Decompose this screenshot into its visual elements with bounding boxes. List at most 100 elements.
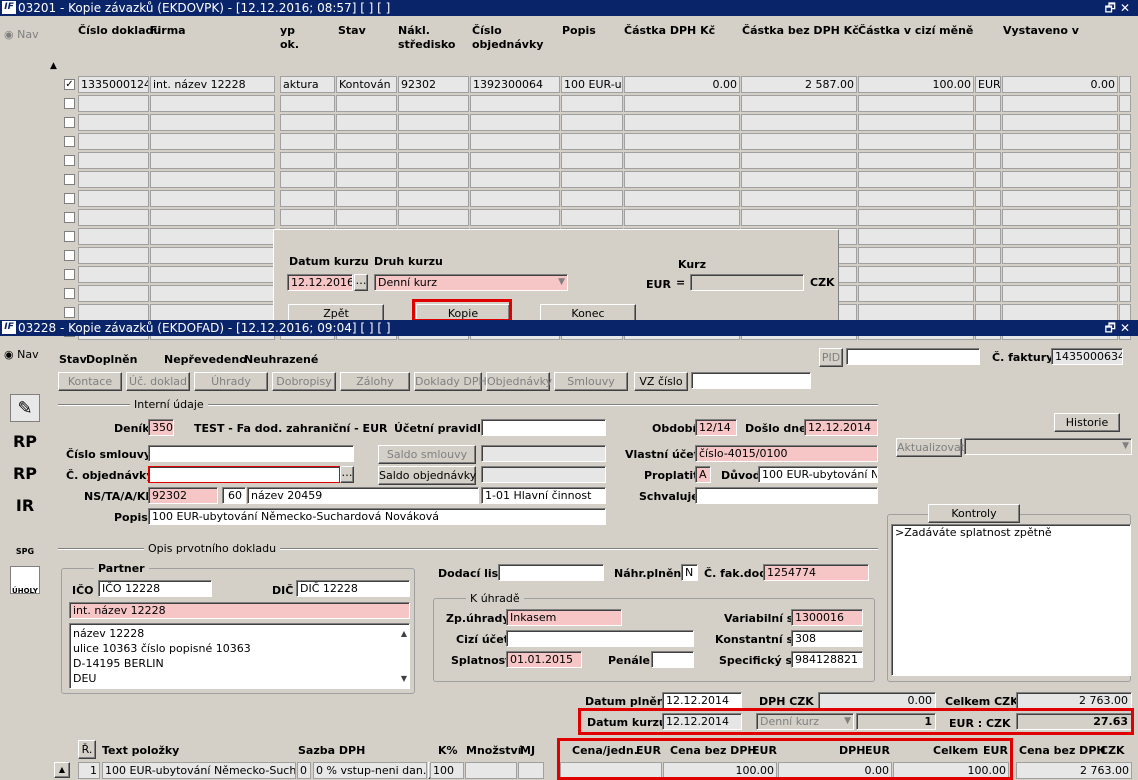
scroll-up-icon[interactable]: ▲ bbox=[54, 762, 70, 778]
grid-cell[interactable]: EUR bbox=[975, 76, 1001, 93]
konstantni-field[interactable]: 308 bbox=[791, 630, 863, 647]
grid-cell[interactable] bbox=[975, 190, 1001, 207]
dialog-datum-input[interactable]: 12.12.2016 bbox=[287, 274, 353, 291]
grid-cell[interactable] bbox=[975, 247, 1001, 264]
grid-cell[interactable] bbox=[398, 190, 469, 207]
grid-cell[interactable]: 92302 bbox=[398, 76, 469, 93]
grid-cell[interactable] bbox=[78, 266, 149, 283]
grid-cell[interactable]: aktura bbox=[280, 76, 335, 93]
doklady-dph-button[interactable]: Doklady DPH bbox=[414, 372, 487, 391]
item-sazba-text[interactable]: 0 % vstup-neni dan. d bbox=[313, 762, 427, 779]
grid-cell[interactable] bbox=[1119, 190, 1131, 207]
grid-cell[interactable] bbox=[561, 133, 623, 150]
scroll-down-icon[interactable]: ▼ bbox=[401, 671, 407, 686]
row-checkbox[interactable] bbox=[64, 193, 75, 204]
grid-cell[interactable] bbox=[624, 133, 740, 150]
grid-cell[interactable] bbox=[150, 190, 275, 207]
nav-radio[interactable]: ◉ Nav bbox=[4, 28, 39, 41]
restore-close-icon[interactable]: 🗗✕ bbox=[1105, 0, 1134, 16]
grid-cell[interactable] bbox=[150, 247, 275, 264]
grid-cell[interactable] bbox=[1002, 190, 1118, 207]
grid-cell[interactable] bbox=[280, 152, 335, 169]
saldo-smlouvy-button[interactable]: Saldo smlouvy bbox=[378, 445, 476, 464]
c-objednavky-input[interactable] bbox=[148, 466, 340, 483]
ns2-field[interactable]: 60 bbox=[222, 487, 246, 504]
ns-field[interactable]: 92302 bbox=[148, 487, 218, 504]
grid-cell[interactable] bbox=[858, 266, 974, 283]
grid-cell[interactable] bbox=[78, 304, 149, 321]
grid-cell[interactable] bbox=[398, 95, 469, 112]
grid-cell[interactable] bbox=[78, 190, 149, 207]
grid-cell[interactable] bbox=[470, 95, 560, 112]
grid-cell[interactable]: 0.00 bbox=[1002, 76, 1118, 93]
grid-cell[interactable] bbox=[858, 285, 974, 302]
grid-cell[interactable] bbox=[1119, 152, 1131, 169]
item-mj[interactable] bbox=[518, 762, 544, 779]
grid-cell[interactable] bbox=[741, 190, 857, 207]
grid-cell[interactable]: 0.00 bbox=[624, 76, 740, 93]
kontroly-button[interactable]: Kontroly bbox=[928, 504, 1020, 523]
smlouvy-button[interactable]: Smlouvy bbox=[554, 372, 628, 391]
grid-cell[interactable] bbox=[624, 209, 740, 226]
ir-cz-icon[interactable]: IR bbox=[10, 492, 40, 520]
grid-cell[interactable] bbox=[150, 209, 275, 226]
row-checkbox[interactable]: ✓ bbox=[64, 79, 75, 90]
item-mnozstvi[interactable] bbox=[465, 762, 517, 779]
grid-cell[interactable] bbox=[561, 95, 623, 112]
splatnost-field[interactable]: 01.01.2015 bbox=[506, 651, 582, 668]
partner-name-field[interactable]: int. název 12228 bbox=[69, 602, 410, 619]
edit-icon[interactable]: ✎ bbox=[10, 394, 40, 422]
grid-cell[interactable]: 100.00 bbox=[858, 76, 974, 93]
row-checkbox[interactable] bbox=[64, 136, 75, 147]
row-checkbox[interactable] bbox=[64, 155, 75, 166]
druh-kurzu-select[interactable]: Denní kurz ▼ bbox=[756, 713, 854, 730]
grid-cell[interactable]: 1392300064 bbox=[470, 76, 560, 93]
grid-cell[interactable] bbox=[280, 133, 335, 150]
grid-cell[interactable] bbox=[858, 171, 974, 188]
grid-cell[interactable] bbox=[1002, 95, 1118, 112]
grid-cell[interactable] bbox=[150, 114, 275, 131]
aktualizovat-button[interactable]: Aktualizovat bbox=[896, 438, 965, 457]
grid-cell[interactable] bbox=[561, 190, 623, 207]
vz-cislo-button[interactable]: VZ číslo bbox=[634, 372, 688, 391]
grid-cell[interactable] bbox=[398, 209, 469, 226]
doslo-field[interactable]: 12.12.2014 bbox=[804, 419, 878, 436]
grid-cell[interactable] bbox=[150, 133, 275, 150]
grid-cell[interactable] bbox=[1002, 152, 1118, 169]
grid-cell[interactable] bbox=[1119, 114, 1131, 131]
item-sazba[interactable]: 0 bbox=[297, 762, 311, 779]
nav-radio[interactable]: ◉ Nav bbox=[4, 348, 39, 361]
grid-cell[interactable] bbox=[741, 152, 857, 169]
vz-cislo-input[interactable] bbox=[691, 372, 811, 389]
grid-cell[interactable] bbox=[336, 171, 397, 188]
grid-cell[interactable] bbox=[624, 152, 740, 169]
duvod-input[interactable]: 100 EUR-ubytování Něm bbox=[758, 466, 878, 483]
grid-cell[interactable]: int. název 12228 bbox=[150, 76, 275, 93]
grid-cell[interactable] bbox=[150, 152, 275, 169]
grid-cell[interactable] bbox=[975, 152, 1001, 169]
grid-cell[interactable] bbox=[78, 171, 149, 188]
grid-cell[interactable] bbox=[470, 209, 560, 226]
zalohy-button[interactable]: Zálohy bbox=[340, 372, 410, 391]
grid-cell[interactable] bbox=[1119, 266, 1131, 283]
grid-cell[interactable] bbox=[78, 247, 149, 264]
objednavky-picker-button[interactable]: … bbox=[340, 466, 354, 483]
grid-cell[interactable] bbox=[858, 95, 974, 112]
saldo-objednavky-button[interactable]: Saldo objednávky bbox=[378, 466, 476, 485]
penale-input[interactable] bbox=[651, 651, 694, 668]
item-text[interactable]: 100 EUR-ubytování Německo-Suchardo bbox=[102, 762, 296, 779]
denik-field[interactable]: 350 bbox=[148, 419, 174, 436]
grid-cell[interactable] bbox=[624, 114, 740, 131]
grid-cell[interactable] bbox=[150, 266, 275, 283]
nahr-plneni-field[interactable]: N bbox=[681, 564, 698, 581]
grid-cell[interactable] bbox=[741, 95, 857, 112]
cizi-ucet-input[interactable] bbox=[506, 630, 694, 647]
grid-cell[interactable] bbox=[975, 95, 1001, 112]
popis-input[interactable]: 100 EUR-ubytování Německo-Suchardová Nov… bbox=[148, 508, 606, 525]
grid-cell[interactable] bbox=[975, 304, 1001, 321]
grid-cell[interactable] bbox=[1002, 285, 1118, 302]
grid-cell[interactable] bbox=[975, 228, 1001, 245]
datum-plneni-field[interactable]: 12.12.2014 bbox=[662, 692, 742, 709]
item-cena-bez[interactable]: 100.00 bbox=[663, 762, 777, 779]
grid-cell[interactable] bbox=[336, 95, 397, 112]
